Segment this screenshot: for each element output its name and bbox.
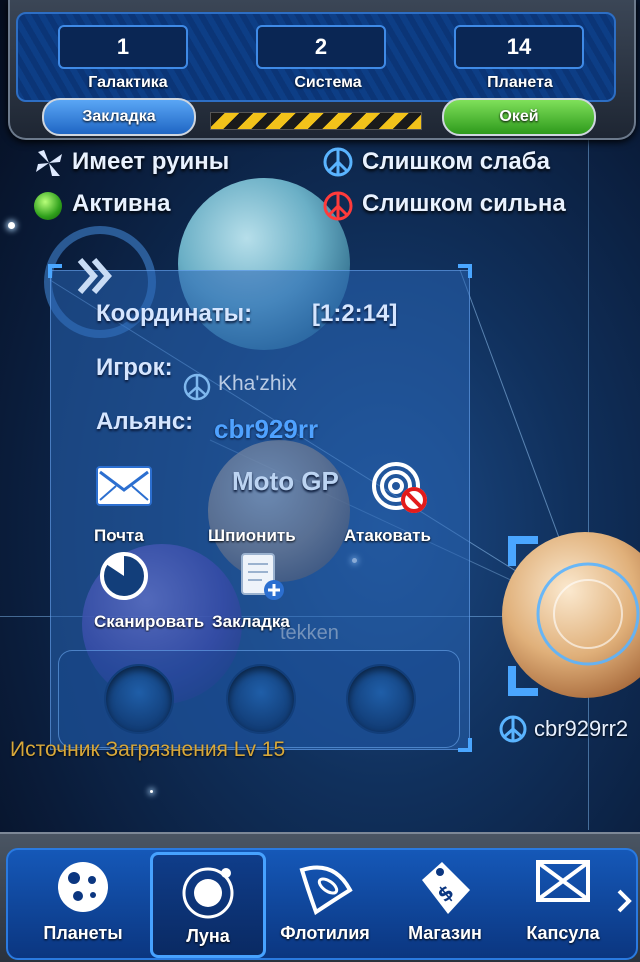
pollution-source-label: Источник Загрязнения Lv 15 bbox=[10, 738, 286, 761]
galaxy-field[interactable]: 1 bbox=[58, 25, 188, 69]
nav-planets[interactable]: Планеты bbox=[28, 852, 138, 952]
legend-ruins: Имеет руины bbox=[72, 148, 230, 175]
bookmark-button[interactable]: Закладка bbox=[42, 98, 196, 136]
selection-brackets bbox=[508, 536, 640, 696]
legend-too-strong: Слишком сильна bbox=[362, 190, 566, 217]
moon-orbit-icon bbox=[182, 867, 234, 919]
fleet-slot[interactable] bbox=[226, 664, 296, 734]
peace-blue-icon bbox=[322, 146, 354, 178]
bookmark-add-icon[interactable] bbox=[240, 552, 284, 602]
attack-target-icon[interactable] bbox=[370, 460, 430, 520]
bookmark-action-label[interactable]: Закладка bbox=[212, 612, 290, 632]
fleet-slot[interactable] bbox=[104, 664, 174, 734]
moon-name-label: Moto GP bbox=[232, 466, 339, 496]
selected-owner-label: cbr929rr2 bbox=[534, 716, 629, 741]
spy-button-label[interactable]: Шпионить bbox=[208, 526, 296, 546]
nav-shop-label: Магазин bbox=[408, 923, 482, 943]
nav-capsule-label: Капсула bbox=[526, 923, 600, 943]
planet-field[interactable]: 14 bbox=[454, 25, 584, 69]
legend-too-weak: Слишком слаба bbox=[362, 148, 550, 175]
peace-blue-icon bbox=[498, 714, 528, 744]
nav-planets-label: Планеты bbox=[43, 923, 123, 943]
price-tag-icon: $ bbox=[422, 862, 470, 914]
nav-fleet[interactable]: Флотилия bbox=[270, 852, 380, 952]
legend-active: Активна bbox=[72, 190, 171, 217]
nav-shop[interactable]: $ Магазин bbox=[390, 852, 500, 952]
collapse-chevron-icon[interactable] bbox=[76, 254, 116, 298]
active-indicator-icon bbox=[34, 192, 62, 220]
peace-blue-icon bbox=[182, 372, 212, 402]
nav-capsule[interactable]: Капсула bbox=[508, 852, 618, 952]
tekken-planet-label: tekken bbox=[280, 622, 339, 644]
fleet-slot[interactable] bbox=[346, 664, 416, 734]
galaxy-label: Галактика bbox=[88, 74, 168, 91]
planets-icon bbox=[58, 862, 108, 912]
scan-radar-icon[interactable] bbox=[98, 550, 150, 602]
alliance-label: Альянс: bbox=[96, 408, 194, 435]
coordinates-label: Координаты: bbox=[96, 300, 253, 327]
coordinates-value: [1:2:14] bbox=[312, 300, 398, 327]
player-value[interactable]: Kha'zhix bbox=[218, 372, 297, 396]
system-label: Система bbox=[294, 74, 362, 91]
nav-moon-label: Луна bbox=[186, 926, 230, 946]
mail-icon[interactable] bbox=[96, 466, 152, 506]
ok-button[interactable]: Окей bbox=[442, 98, 596, 136]
system-field[interactable]: 2 bbox=[256, 25, 386, 69]
player-label: Игрок: bbox=[96, 354, 173, 381]
nav-fleet-label: Флотилия bbox=[280, 923, 370, 943]
hazard-stripe bbox=[210, 112, 422, 130]
nav-scroll-right-icon[interactable] bbox=[616, 888, 632, 914]
envelope-crate-icon bbox=[536, 860, 590, 902]
attack-button-label[interactable]: Атаковать bbox=[344, 526, 431, 546]
ruins-icon bbox=[34, 148, 64, 178]
alliance-value[interactable]: cbr929rr bbox=[214, 414, 318, 445]
planet-label: Планета bbox=[487, 74, 553, 91]
fleet-ship-icon bbox=[299, 865, 353, 916]
nav-moon[interactable]: Луна bbox=[150, 852, 266, 958]
mail-button-label[interactable]: Почта bbox=[94, 526, 144, 546]
scan-button-label[interactable]: Сканировать bbox=[94, 612, 212, 632]
peace-red-icon bbox=[322, 190, 354, 222]
